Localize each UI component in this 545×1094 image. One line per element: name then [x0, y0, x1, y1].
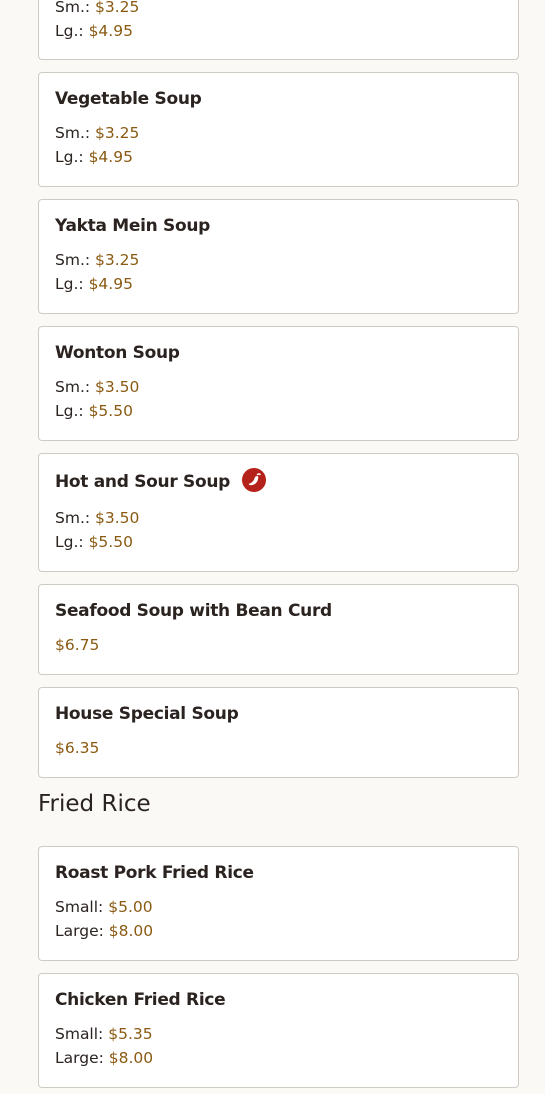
item-name: House Special Soup	[55, 704, 239, 724]
menu-item-card[interactable]: Yakta Mein Soup Sm.: $3.25 Lg.: $4.95	[38, 199, 519, 314]
price-large: Lg.: $5.50	[55, 533, 133, 551]
menu-page: Sm.: $3.25 Lg.: $4.95 Vegetable Soup Sm.…	[0, 0, 545, 1094]
item-name: Hot and Sour Soup	[55, 472, 231, 492]
price-small: Small: $5.00	[55, 898, 153, 916]
price-small: Sm.: $3.25	[55, 251, 140, 269]
price-large: Lg.: $4.95	[55, 148, 133, 166]
item-name-row: Hot and Sour Soup	[55, 468, 266, 494]
price-small: Sm.: $3.50	[55, 378, 140, 396]
item-name: Chicken Fried Rice	[55, 990, 226, 1010]
price-small: Sm.: $3.50	[55, 509, 140, 527]
menu-item-card[interactable]: House Special Soup $6.35	[38, 687, 519, 778]
menu-item-card[interactable]: Chicken Fried Rice Small: $5.35 Large: $…	[38, 973, 519, 1088]
price: $6.35	[55, 739, 100, 757]
spicy-pepper-icon	[241, 468, 266, 492]
menu-item-card[interactable]: Hot and Sour Soup Sm.: $3.50 Lg.: $5.50	[38, 453, 519, 572]
menu-item-card[interactable]: Wonton Soup Sm.: $3.50 Lg.: $5.50	[38, 326, 519, 441]
section-title: Fried Rice	[38, 791, 151, 817]
item-name: Yakta Mein Soup	[55, 216, 211, 236]
item-name: Seafood Soup with Bean Curd	[55, 601, 332, 621]
price-small: Sm.: $3.25	[55, 0, 140, 16]
item-name: Roast Pork Fried Rice	[55, 863, 254, 883]
price-large: Lg.: $4.95	[55, 22, 133, 40]
price-large: Large: $8.00	[55, 1049, 154, 1067]
menu-item-card[interactable]: Vegetable Soup Sm.: $3.25 Lg.: $4.95	[38, 72, 519, 187]
price: $6.75	[55, 636, 100, 654]
price-small: Sm.: $3.25	[55, 124, 140, 142]
item-name: Wonton Soup	[55, 343, 180, 363]
price-large: Lg.: $5.50	[55, 402, 133, 420]
item-name: Vegetable Soup	[55, 89, 202, 109]
price-large: Lg.: $4.95	[55, 275, 133, 293]
menu-item-card[interactable]: Roast Pork Fried Rice Small: $5.00 Large…	[38, 846, 519, 961]
price-large: Large: $8.00	[55, 922, 154, 940]
price-small: Small: $5.35	[55, 1025, 153, 1043]
menu-item-card[interactable]: Sm.: $3.25 Lg.: $4.95	[38, 0, 519, 60]
menu-item-card[interactable]: Seafood Soup with Bean Curd $6.75	[38, 584, 519, 675]
